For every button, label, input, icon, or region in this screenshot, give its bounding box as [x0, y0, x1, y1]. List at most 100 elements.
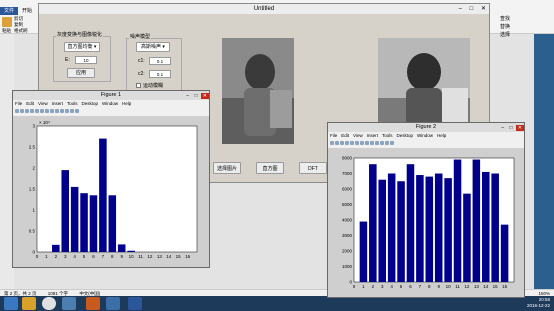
- print-icon[interactable]: [345, 141, 349, 145]
- dft-button[interactable]: DFT: [299, 162, 327, 174]
- histogram-button[interactable]: 直方图: [256, 162, 284, 174]
- taskbar: [0, 296, 554, 311]
- pan-icon[interactable]: [365, 141, 369, 145]
- chrome-icon[interactable]: [42, 297, 56, 310]
- figure1-x-tick-label: 10: [129, 254, 135, 259]
- figure2-menu-insert[interactable]: Insert: [367, 133, 378, 138]
- motion-blur-checkbox[interactable]: [136, 83, 141, 88]
- apply-button[interactable]: 应用: [67, 68, 95, 78]
- figure1-bar: [61, 170, 69, 252]
- word-file-tab[interactable]: 文件: [0, 7, 18, 15]
- select-image-button[interactable]: 选择图片: [213, 162, 241, 174]
- rotate-icon[interactable]: [370, 141, 374, 145]
- explorer-icon[interactable]: [22, 297, 36, 310]
- save-icon[interactable]: [340, 141, 344, 145]
- clipboard-group: 剪切 复制 格式刷: [14, 16, 28, 34]
- replace-button[interactable]: 替换: [500, 23, 554, 31]
- select-button[interactable]: 选择: [500, 31, 554, 39]
- new-figure-icon[interactable]: [15, 109, 19, 113]
- figure1-close-icon[interactable]: ✕: [200, 93, 209, 99]
- zoom-in-icon[interactable]: [355, 141, 359, 145]
- word-home-tab[interactable]: 开始: [22, 7, 32, 15]
- figure2-menu-help[interactable]: Help: [437, 133, 446, 138]
- datacursor-icon[interactable]: [60, 109, 64, 113]
- close-icon[interactable]: ✕: [478, 6, 489, 12]
- paste-icon[interactable]: [2, 17, 12, 27]
- word-icon[interactable]: [128, 297, 142, 310]
- figure2-x-tick-label: 13: [474, 284, 480, 289]
- figure2-close-icon[interactable]: ✕: [515, 125, 524, 131]
- figure2-menu-tools[interactable]: Tools: [382, 133, 393, 138]
- colorbar-icon[interactable]: [70, 109, 74, 113]
- figure2-menu-file[interactable]: File: [330, 133, 337, 138]
- motion-blur-label: 运动模糊: [143, 83, 164, 89]
- legend-icon[interactable]: [75, 109, 79, 113]
- brush-icon[interactable]: [65, 109, 69, 113]
- colorbar-icon[interactable]: [385, 141, 389, 145]
- find-button[interactable]: 查找: [500, 15, 554, 23]
- matlab-icon[interactable]: [86, 297, 100, 310]
- pointer-icon[interactable]: [350, 141, 354, 145]
- figure1-bar: [52, 244, 60, 252]
- figure1-x-tick-label: 9: [120, 254, 123, 259]
- figure2-x-tick-label: 9: [437, 284, 440, 289]
- figure1-menu-desktop[interactable]: Desktop: [82, 101, 99, 106]
- network-icon[interactable]: [106, 297, 120, 310]
- figure1-menu-window[interactable]: Window: [102, 101, 118, 106]
- figure1-y-tick-label: 1: [32, 208, 35, 213]
- transform-dropdown[interactable]: 直方图均衡 ▾: [64, 42, 100, 52]
- zoom-out-icon[interactable]: [45, 109, 49, 113]
- figure1-y-tick-label: 2.5: [29, 145, 36, 150]
- figure1-menu-edit[interactable]: Edit: [26, 101, 34, 106]
- figure1-maximize-icon[interactable]: □: [192, 93, 199, 99]
- pointer-icon[interactable]: [35, 109, 39, 113]
- c1-input[interactable]: 0.1: [149, 57, 171, 65]
- figure1-chart: × 10⁴ 0 1 2 3 4 5 6 7 8 9 10 11 12 13 14 15 1600.511.522…: [29, 120, 198, 259]
- pan-icon[interactable]: [50, 109, 54, 113]
- e-input[interactable]: 10: [75, 56, 97, 64]
- sharpen-panel-title: 灰度变换与图像锐化: [56, 31, 104, 38]
- start-button[interactable]: [4, 297, 18, 310]
- figure2-maximize-icon[interactable]: □: [507, 125, 514, 131]
- figure1-menu-insert[interactable]: Insert: [52, 101, 63, 106]
- figure1-menu-view[interactable]: View: [38, 101, 48, 106]
- c2-input[interactable]: 0.1: [149, 70, 171, 78]
- figure2-bar: [482, 171, 490, 282]
- clock[interactable]: 20:58 2016-12-22: [510, 297, 550, 310]
- print-icon[interactable]: [30, 109, 34, 113]
- figure1-minimize-icon[interactable]: –: [184, 93, 191, 99]
- figure2-bar: [434, 173, 443, 282]
- figure1-x-tick-label: 15: [176, 254, 182, 259]
- figure1-menu-tools[interactable]: Tools: [67, 101, 78, 106]
- maximize-icon[interactable]: □: [467, 6, 477, 12]
- legend-icon[interactable]: [390, 141, 394, 145]
- figure2-minimize-icon[interactable]: –: [499, 125, 506, 131]
- new-figure-icon[interactable]: [330, 141, 334, 145]
- figure2-menu-view[interactable]: View: [353, 133, 363, 138]
- minimize-icon[interactable]: –: [456, 6, 465, 12]
- noise-dropdown[interactable]: 高斯噪声 ▾: [136, 42, 170, 52]
- save-icon[interactable]: [25, 109, 29, 113]
- figure2-x-tick-label: 16: [502, 284, 508, 289]
- e-label: E:: [65, 57, 70, 63]
- figure1-menu-help[interactable]: Help: [122, 101, 131, 106]
- zoom-in-icon[interactable]: [40, 109, 44, 113]
- figure1-x-tick-label: 13: [157, 254, 163, 259]
- open-icon[interactable]: [20, 109, 24, 113]
- figure2-menu-desktop[interactable]: Desktop: [397, 133, 414, 138]
- zoom-out-icon[interactable]: [360, 141, 364, 145]
- brush-icon[interactable]: [380, 141, 384, 145]
- figure1-menu-file[interactable]: File: [15, 101, 22, 106]
- figure2-bar: [425, 176, 434, 282]
- datacursor-icon[interactable]: [375, 141, 379, 145]
- figure2-menu-window[interactable]: Window: [417, 133, 433, 138]
- figure2-menu-edit[interactable]: Edit: [341, 133, 349, 138]
- figure2-title: Figure 2: [328, 123, 524, 132]
- open-icon[interactable]: [335, 141, 339, 145]
- figure2-y-tick-label: 6000: [342, 187, 353, 192]
- clock-date: 2016-12-22: [526, 303, 550, 308]
- gui-title: Untitled: [39, 4, 489, 14]
- figure2-x-tick-label: 6: [409, 284, 412, 289]
- app-icon[interactable]: [62, 297, 76, 310]
- rotate-icon[interactable]: [55, 109, 59, 113]
